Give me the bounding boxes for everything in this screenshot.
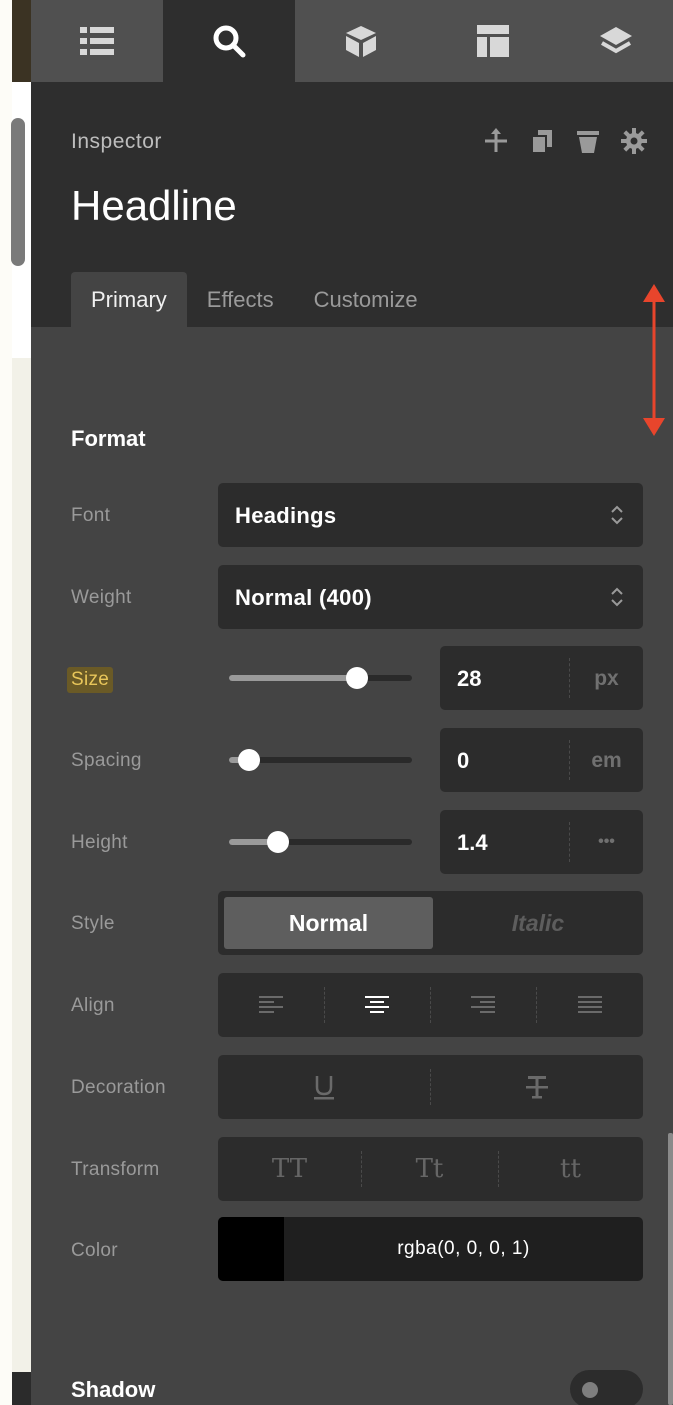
chevron-updown-icon xyxy=(611,505,623,525)
settings-icon[interactable] xyxy=(621,128,647,154)
panel-scrollbar-thumb[interactable] xyxy=(668,1133,673,1405)
layout-icon xyxy=(476,24,510,58)
duplicate-icon[interactable] xyxy=(529,128,555,154)
slider-knob[interactable] xyxy=(238,749,261,771)
top-tabbar xyxy=(31,0,673,82)
tab-elements[interactable] xyxy=(295,0,427,82)
header-actions xyxy=(483,128,647,154)
toggle-knob xyxy=(582,1382,598,1398)
align-group xyxy=(218,973,643,1037)
layers-icon xyxy=(599,26,633,56)
color-label: Color xyxy=(71,1240,118,1261)
align-center-button[interactable] xyxy=(324,973,430,1037)
height-value: 1.4 xyxy=(457,830,488,855)
font-select[interactable]: Headings xyxy=(218,483,643,547)
align-justify-button[interactable] xyxy=(536,973,643,1037)
font-value: Headings xyxy=(235,503,337,528)
style-normal-button[interactable]: Normal xyxy=(224,897,433,949)
weight-value: Normal (400) xyxy=(235,585,372,610)
align-right-icon xyxy=(471,996,495,1013)
height-slider[interactable] xyxy=(229,831,412,853)
capitalize-label: Tt xyxy=(415,1154,444,1184)
weight-select[interactable]: Normal (400) xyxy=(218,565,643,629)
page-scrollbar-thumb[interactable] xyxy=(11,118,25,266)
spacing-slider[interactable] xyxy=(229,749,412,771)
height-input[interactable]: 1.4 ••• xyxy=(440,810,643,874)
strikethrough-icon xyxy=(525,1076,548,1099)
transform-group: TT Tt tt xyxy=(218,1137,643,1201)
slider-knob[interactable] xyxy=(346,667,369,689)
align-justify-icon xyxy=(577,996,602,1013)
transform-uppercase-button[interactable]: TT xyxy=(218,1137,361,1201)
weight-label: Weight xyxy=(71,587,132,608)
cube-icon xyxy=(344,24,378,58)
decoration-label: Decoration xyxy=(71,1077,166,1098)
list-icon xyxy=(80,26,114,56)
align-left-icon xyxy=(259,996,283,1013)
align-left-button[interactable] xyxy=(218,973,324,1037)
inspector-header: Inspector Headline Primary Effects Custo… xyxy=(31,82,673,327)
transform-capitalize-button[interactable]: Tt xyxy=(361,1137,498,1201)
tab-layers[interactable] xyxy=(559,0,673,82)
style-label: Style xyxy=(71,913,115,934)
tab-outline[interactable] xyxy=(31,0,163,82)
shadow-section-title: Shadow xyxy=(71,1377,156,1402)
size-unit[interactable]: px xyxy=(570,667,643,691)
shadow-toggle[interactable] xyxy=(570,1370,643,1405)
spacing-label: Spacing xyxy=(71,750,142,771)
size-input[interactable]: 28 px xyxy=(440,646,643,710)
move-icon[interactable] xyxy=(483,128,509,154)
color-swatch[interactable] xyxy=(218,1217,284,1281)
slider-knob[interactable] xyxy=(267,831,290,853)
slider-fill xyxy=(229,675,358,681)
height-label: Height xyxy=(71,832,128,853)
style-toggle: Normal Italic xyxy=(218,891,643,955)
tab-layout[interactable] xyxy=(427,0,559,82)
strikethrough-button[interactable] xyxy=(430,1055,643,1119)
tab-customize[interactable]: Customize xyxy=(294,272,438,327)
search-icon xyxy=(212,24,246,58)
decoration-group xyxy=(218,1055,643,1119)
color-value: rgba(0, 0, 0, 1) xyxy=(397,1238,530,1259)
double-arrow-annotation xyxy=(643,284,665,436)
underline-icon xyxy=(314,1076,334,1100)
size-label: Size xyxy=(67,667,114,693)
align-label: Align xyxy=(71,995,115,1016)
font-label: Font xyxy=(71,505,111,526)
size-value: 28 xyxy=(457,666,482,691)
color-picker[interactable]: rgba(0, 0, 0, 1) xyxy=(218,1217,643,1281)
delete-icon[interactable] xyxy=(575,128,601,154)
align-right-button[interactable] xyxy=(430,973,536,1037)
transform-label: Transform xyxy=(71,1159,160,1180)
lowercase-label: tt xyxy=(560,1154,581,1184)
element-title: Headline xyxy=(71,182,237,229)
height-unit-menu[interactable]: ••• xyxy=(570,833,643,851)
spacing-unit[interactable]: em xyxy=(570,749,643,773)
inspector-label: Inspector xyxy=(71,130,162,153)
align-center-icon xyxy=(365,996,389,1013)
inspector-panel: Inspector Headline Primary Effects Custo… xyxy=(31,0,673,1405)
format-section-title: Format xyxy=(71,426,146,451)
chevron-updown-icon xyxy=(611,587,623,607)
spacing-input[interactable]: 0 em xyxy=(440,728,643,792)
spacing-value: 0 xyxy=(457,748,470,773)
tab-inspector[interactable] xyxy=(163,0,295,82)
transform-lowercase-button[interactable]: tt xyxy=(498,1137,643,1201)
size-slider[interactable] xyxy=(229,667,412,689)
uppercase-label: TT xyxy=(271,1154,308,1184)
style-italic-button[interactable]: Italic xyxy=(433,891,643,955)
tab-effects[interactable]: Effects xyxy=(187,272,294,327)
tab-primary[interactable]: Primary xyxy=(71,272,187,327)
inspector-tabs: Primary Effects Customize xyxy=(71,272,438,327)
underline-button[interactable] xyxy=(218,1055,430,1119)
